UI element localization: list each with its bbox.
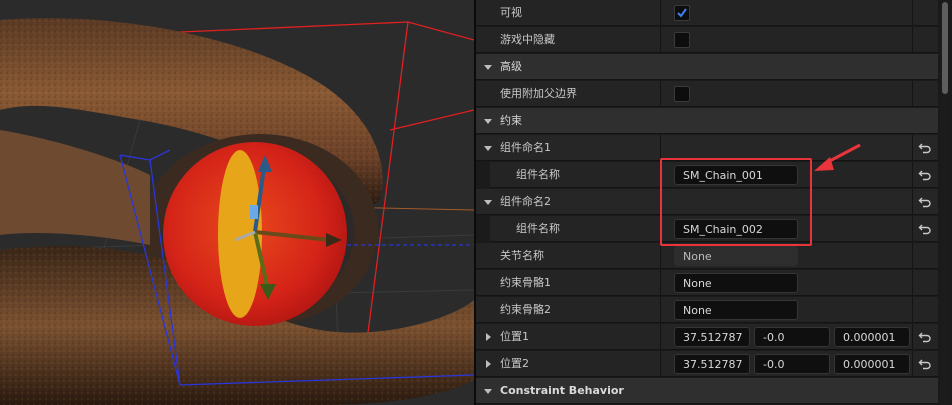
pos2-label: 位置2	[500, 357, 529, 370]
column-divider	[912, 297, 913, 323]
hidden-in-game-label: 游戏中隐藏	[500, 33, 555, 46]
column-divider	[912, 216, 913, 242]
column-divider	[912, 0, 913, 26]
row-bone2: 约束骨骼2 None	[476, 297, 938, 323]
column-divider	[912, 189, 913, 215]
triangle-right-icon[interactable]	[486, 360, 491, 368]
checkmark-icon	[677, 8, 687, 18]
visible-label: 可视	[500, 6, 522, 19]
column-divider	[912, 324, 913, 350]
row-pos1: 位置1 37.512787 -0.0 0.000001	[476, 324, 938, 350]
row-use-parent-bounds: 使用附加父边界	[476, 81, 938, 107]
triangle-down-icon	[484, 146, 492, 151]
use-parent-bounds-label: 使用附加父边界	[500, 87, 577, 100]
section-constraint[interactable]: 约束	[476, 108, 938, 134]
pos1-label: 位置1	[500, 330, 529, 343]
viewport[interactable]	[0, 0, 474, 405]
bone1-label: 约束骨骼1	[500, 276, 551, 289]
use-parent-bounds-checkbox[interactable]	[674, 86, 690, 102]
column-divider	[912, 270, 913, 296]
annotation-highlight-box	[660, 158, 812, 246]
advanced-label: 高级	[500, 60, 522, 73]
indent-bar	[476, 216, 490, 242]
triangle-right-icon[interactable]	[486, 333, 491, 341]
pos1-x-input[interactable]: 37.512787	[674, 327, 750, 347]
viewport-scene	[0, 18, 474, 405]
triangle-down-icon	[484, 200, 492, 205]
component-name1-sub-label: 组件名称	[516, 168, 560, 181]
column-divider	[660, 324, 661, 350]
pos2-z-input[interactable]: 0.000001	[834, 354, 910, 374]
section-advanced[interactable]: 高级	[476, 54, 938, 80]
pos2-x-input[interactable]: 37.512787	[674, 354, 750, 374]
pos1-y-input[interactable]: -0.0	[754, 327, 830, 347]
component-name2-sub-label: 组件名称	[516, 222, 560, 235]
column-divider	[912, 243, 913, 269]
column-divider	[912, 351, 913, 377]
column-divider	[660, 270, 661, 296]
triangle-down-icon	[484, 119, 492, 124]
reset-to-default-icon[interactable]	[918, 330, 932, 344]
section-constraint-behavior[interactable]: Constraint Behavior	[476, 378, 938, 404]
joint-name-label: 关节名称	[500, 249, 544, 262]
constraint-behavior-label: Constraint Behavior	[500, 384, 624, 397]
row-pos2: 位置2 37.512787 -0.0 0.000001	[476, 351, 938, 377]
scrollbar-thumb[interactable]	[942, 2, 948, 94]
column-divider	[660, 0, 661, 26]
visible-checkbox[interactable]	[674, 5, 690, 21]
column-divider	[660, 243, 661, 269]
constraint-label: 约束	[500, 114, 522, 127]
column-divider	[660, 351, 661, 377]
joint-name-input[interactable]: None	[674, 246, 798, 266]
column-divider	[912, 135, 913, 161]
bone1-input[interactable]: None	[674, 273, 798, 293]
bone2-input[interactable]: None	[674, 300, 798, 320]
indent-bar	[476, 162, 490, 188]
reset-to-default-icon[interactable]	[918, 168, 932, 182]
reset-to-default-icon[interactable]	[918, 222, 932, 236]
pos2-y-input[interactable]: -0.0	[754, 354, 830, 374]
column-divider	[912, 27, 913, 53]
column-divider	[660, 27, 661, 53]
column-divider	[912, 162, 913, 188]
row-bone1: 约束骨骼1 None	[476, 270, 938, 296]
component-name1-label: 组件命名1	[500, 141, 551, 154]
triangle-down-icon	[484, 389, 492, 394]
column-divider	[660, 297, 661, 323]
annotation-arrow-icon	[814, 143, 861, 171]
reset-to-default-icon[interactable]	[918, 141, 932, 155]
column-divider	[912, 81, 913, 107]
column-divider	[660, 81, 661, 107]
bone2-label: 约束骨骼2	[500, 303, 551, 316]
chain-link-left	[0, 130, 150, 245]
component-name2-label: 组件命名2	[500, 195, 551, 208]
row-visible: 可视	[476, 0, 938, 26]
reset-to-default-icon[interactable]	[918, 195, 932, 209]
triangle-down-icon	[484, 65, 492, 70]
reset-to-default-icon[interactable]	[918, 357, 932, 371]
pos1-z-input[interactable]: 0.000001	[834, 327, 910, 347]
row-hidden-in-game: 游戏中隐藏	[476, 27, 938, 53]
row-joint-name: 关节名称 None	[476, 243, 938, 269]
hidden-in-game-checkbox[interactable]	[674, 32, 690, 48]
